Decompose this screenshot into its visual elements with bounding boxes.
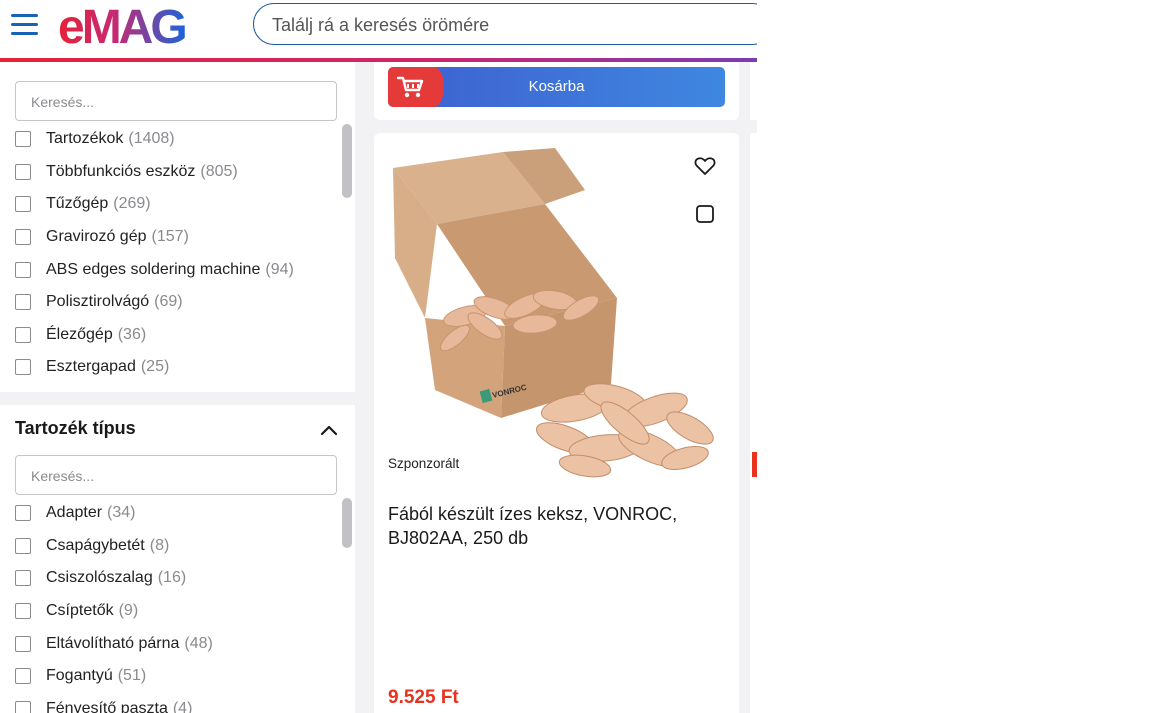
- checkbox[interactable]: [15, 603, 31, 620]
- option-label: Csíptetők: [46, 602, 114, 620]
- option-count: (48): [184, 634, 213, 652]
- filter-option[interactable]: Fogantyú (51): [15, 660, 335, 693]
- filter-option[interactable]: Gravirozó gép (157): [15, 221, 335, 254]
- filter-option[interactable]: Élezőgép (36): [15, 319, 335, 352]
- option-count: (157): [151, 228, 189, 246]
- checkbox[interactable]: [15, 261, 31, 278]
- next-card-edge: [750, 62, 757, 120]
- next-card-edge: [750, 133, 757, 713]
- option-label: Csapágybetét: [46, 536, 145, 554]
- checkbox[interactable]: [15, 163, 31, 180]
- option-count: (25): [140, 358, 170, 376]
- site-header: eMAG: [0, 0, 757, 58]
- menu-icon[interactable]: [10, 12, 40, 38]
- filter-option[interactable]: Polisztirolvágó (69): [15, 286, 335, 319]
- product-price: 9.525 Ft: [388, 687, 459, 708]
- option-label: Eltávolítható párna: [46, 634, 180, 652]
- option-count: (4): [172, 699, 193, 713]
- filter-option[interactable]: ABS edges soldering machine (94): [15, 253, 335, 286]
- option-label: Fényesítő paszta: [46, 699, 168, 713]
- filter-option[interactable]: Csapágybetét (8): [15, 530, 335, 563]
- filter-scrollbar[interactable]: [342, 124, 352, 198]
- option-label: ABS edges soldering machine: [46, 260, 261, 278]
- filter-panel-type: Tartozékok(1408) Többfunkciós eszköz(805…: [0, 62, 355, 392]
- search-bar[interactable]: [253, 3, 757, 45]
- option-count: (805): [200, 162, 238, 180]
- option-count: (8): [149, 536, 170, 554]
- filter-panel-title: Tartozék típus: [15, 418, 136, 438]
- add-to-cart-label: Kosárba: [528, 78, 585, 95]
- product-image[interactable]: VONROC: [385, 148, 725, 478]
- add-to-cart-button[interactable]: Kosárba: [388, 67, 725, 107]
- emag-logo[interactable]: eMAG: [58, 2, 230, 48]
- checkbox[interactable]: [15, 229, 31, 246]
- checkbox[interactable]: [15, 570, 31, 587]
- filter-options-list: Tartozékok (1408) Többfunkciós eszköz (805…: [15, 123, 335, 384]
- page-viewport: eMAG Tartozékok(1408) Többfunkciós eszkö…: [0, 0, 757, 713]
- checkbox[interactable]: [15, 294, 31, 311]
- filter-scrollbar[interactable]: [342, 498, 352, 548]
- checkbox[interactable]: [15, 131, 31, 148]
- option-count: (16): [157, 569, 187, 587]
- search-input[interactable]: [270, 13, 754, 37]
- checkbox[interactable]: [15, 326, 31, 343]
- filter-search-field[interactable]: [15, 455, 337, 495]
- option-count: (34): [107, 504, 136, 522]
- filter-options-list: Adapter (34) Csapágybetét (8) Csiszolószal…: [15, 497, 335, 713]
- option-count: (51): [117, 667, 147, 685]
- option-label: Élezőgép: [46, 325, 113, 343]
- option-label: Többfunkciós eszköz: [46, 162, 196, 180]
- option-count: (9): [118, 602, 139, 620]
- checkbox[interactable]: [15, 700, 31, 713]
- option-count: (94): [265, 260, 294, 278]
- filter-option[interactable]: Fényesítő paszta (4): [15, 693, 335, 713]
- filter-search-input[interactable]: [29, 92, 323, 112]
- filter-option[interactable]: Csíptetők (9): [15, 595, 335, 628]
- option-label: Tűzőgép: [46, 195, 109, 213]
- filter-search-field[interactable]: [15, 81, 337, 121]
- filter-option[interactable]: Tartozékok (1408): [15, 123, 335, 156]
- badge-edge: [752, 452, 757, 477]
- filter-option[interactable]: Tűzőgép (269): [15, 188, 335, 221]
- wishlist-heart-icon[interactable]: [693, 154, 717, 178]
- chevron-up-icon[interactable]: [318, 420, 340, 442]
- logo-text: eMAG: [58, 2, 185, 48]
- option-label: Gravirozó gép: [46, 228, 147, 246]
- option-label: Csiszolószalag: [46, 569, 153, 587]
- checkbox[interactable]: [15, 635, 31, 652]
- checkbox[interactable]: [15, 196, 31, 213]
- option-count: (269): [113, 195, 151, 213]
- filter-option[interactable]: Adapter (34): [15, 497, 335, 530]
- compare-checkbox-icon[interactable]: [694, 203, 716, 225]
- option-count: (1408): [128, 130, 175, 148]
- option-label: Esztergapad: [46, 358, 136, 376]
- option-label: Tartozékok: [46, 130, 124, 148]
- option-label: Fogantyú: [46, 667, 113, 685]
- option-label: Adapter: [46, 504, 103, 522]
- filter-option[interactable]: Eltávolítható párna (48): [15, 627, 335, 660]
- option-count: (36): [117, 325, 147, 343]
- filter-option[interactable]: Többfunkciós eszköz (805): [15, 156, 335, 189]
- checkbox[interactable]: [15, 537, 31, 554]
- filter-search-input[interactable]: [29, 466, 323, 486]
- checkbox[interactable]: [15, 668, 31, 685]
- product-title-link[interactable]: Fából készült ízes keksz, VONROC, BJ802A…: [388, 502, 718, 550]
- checkbox[interactable]: [15, 505, 31, 522]
- option-count: (69): [154, 293, 183, 311]
- filter-option[interactable]: Esztergapad (25): [15, 351, 335, 384]
- option-label: Polisztirolvágó: [46, 293, 150, 311]
- filter-option[interactable]: Csiszolószalag (16): [15, 562, 335, 595]
- checkbox[interactable]: [15, 359, 31, 376]
- sponsored-label: Szponzorált: [388, 456, 460, 471]
- filter-panel-accessory-type: Tartozék típus Adapter(34) Csapágybetét(…: [0, 405, 355, 713]
